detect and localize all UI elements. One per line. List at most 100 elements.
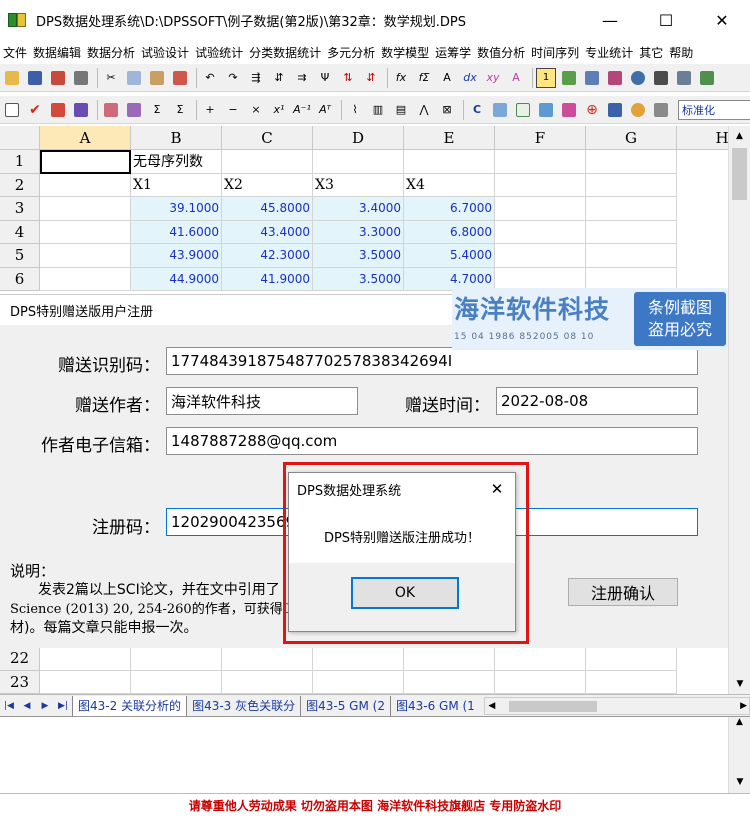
- sheet-tab-43-3[interactable]: 图43-3 灰色关联分: [186, 695, 300, 716]
- cell-e2[interactable]: X4: [404, 173, 495, 197]
- menu-experiment-design[interactable]: 试验设计: [141, 44, 189, 61]
- menu-categorical-stats[interactable]: 分类数据统计: [249, 44, 321, 61]
- xy-icon[interactable]: xy: [483, 68, 503, 88]
- cell-f23[interactable]: [495, 670, 586, 694]
- output-panel[interactable]: ▲ ▼ 请尊重他人劳动成果 切勿盗用本图 海洋软件科技旗舰店 专用防盗水印: [0, 716, 750, 819]
- cell-f5[interactable]: [495, 244, 586, 268]
- cell-a5[interactable]: [40, 244, 131, 268]
- wizard-icon[interactable]: [651, 100, 671, 120]
- cell-e4[interactable]: 6.8000: [404, 220, 495, 244]
- cell-c6[interactable]: 41.9000: [222, 267, 313, 291]
- subtract-icon[interactable]: −: [223, 100, 243, 120]
- sheet-horizontal-scrollbar[interactable]: ◀ ▶: [483, 696, 750, 715]
- export-icon[interactable]: [48, 68, 68, 88]
- tab-last-icon[interactable]: ▶|: [54, 701, 72, 711]
- cell-a3[interactable]: [40, 197, 131, 221]
- scatter-icon[interactable]: ⊠: [437, 100, 457, 120]
- scroll-up-icon[interactable]: ▲: [729, 126, 750, 146]
- paste-special-icon[interactable]: [170, 68, 190, 88]
- menu-math-model[interactable]: 数学模型: [381, 44, 429, 61]
- copy-icon[interactable]: [124, 68, 144, 88]
- cell-b2[interactable]: X1: [131, 173, 222, 197]
- target-icon[interactable]: ⊕: [582, 100, 602, 120]
- grid-icon[interactable]: [2, 100, 22, 120]
- check-icon[interactable]: ✔: [25, 100, 45, 120]
- histogram-icon[interactable]: ▤: [391, 100, 411, 120]
- columns-icon[interactable]: [124, 100, 144, 120]
- cell-d6[interactable]: 3.5000: [313, 267, 404, 291]
- menu-numerical-analysis[interactable]: 数值分析: [477, 44, 525, 61]
- distribution-icon[interactable]: ⋀: [414, 100, 434, 120]
- transpose-icon[interactable]: ⇵: [269, 68, 289, 88]
- ok-button[interactable]: OK: [351, 577, 459, 609]
- tab-prev-icon[interactable]: ◀: [18, 701, 36, 711]
- cell-d23[interactable]: [313, 670, 404, 694]
- cell-c3[interactable]: 45.8000: [222, 197, 313, 221]
- cell-e3[interactable]: 6.7000: [404, 197, 495, 221]
- frame-icon[interactable]: [513, 100, 533, 120]
- output-scroll-down-icon[interactable]: ▼: [729, 777, 750, 793]
- menu-data-analysis[interactable]: 数据分析: [87, 44, 135, 61]
- tab-first-icon[interactable]: |◀: [0, 701, 18, 711]
- text-color-icon[interactable]: A: [506, 68, 526, 88]
- column-header-h[interactable]: H: [677, 126, 728, 150]
- cell-d4[interactable]: 3.3000: [313, 220, 404, 244]
- cell-g1[interactable]: [586, 150, 677, 174]
- cell-a6[interactable]: [40, 267, 131, 291]
- scroll-thumb[interactable]: [732, 148, 747, 200]
- sort-desc-icon[interactable]: ⇵: [361, 68, 381, 88]
- cell-d22[interactable]: [313, 647, 404, 671]
- cell-c4[interactable]: 43.4000: [222, 220, 313, 244]
- transform-select[interactable]: 标准化 ▼: [678, 99, 750, 120]
- help-icon[interactable]: [697, 68, 717, 88]
- cut-icon[interactable]: ✂: [101, 68, 121, 88]
- menu-data-edit[interactable]: 数据编辑: [33, 44, 81, 61]
- cell-c22[interactable]: [222, 647, 313, 671]
- calculator-icon[interactable]: [674, 68, 694, 88]
- cell-g4[interactable]: [586, 220, 677, 244]
- table-icon[interactable]: [582, 68, 602, 88]
- monitor-icon[interactable]: [651, 68, 671, 88]
- clear-icon[interactable]: C: [467, 100, 487, 120]
- cell-c23[interactable]: [222, 670, 313, 694]
- chart-icon[interactable]: [559, 68, 579, 88]
- menu-file[interactable]: 文件: [3, 44, 27, 61]
- network-icon[interactable]: [605, 100, 625, 120]
- cell-g3[interactable]: [586, 197, 677, 221]
- author-email-field[interactable]: 1487887288@qq.com: [166, 427, 698, 455]
- cell-b1[interactable]: 无母序列数: [131, 150, 222, 174]
- cell-b3[interactable]: 39.1000: [131, 197, 222, 221]
- cell-f22[interactable]: [495, 647, 586, 671]
- cell-e5[interactable]: 5.4000: [404, 244, 495, 268]
- column-header-a[interactable]: A: [40, 126, 131, 150]
- cell-a4[interactable]: [40, 220, 131, 244]
- edit-icon[interactable]: [559, 100, 579, 120]
- cluster-icon[interactable]: [490, 100, 510, 120]
- cell-e1[interactable]: [404, 150, 495, 174]
- save-icon[interactable]: [25, 68, 45, 88]
- trend-icon[interactable]: [536, 100, 556, 120]
- hscroll-thumb[interactable]: [508, 700, 597, 712]
- cell-a23[interactable]: [40, 670, 131, 694]
- menu-time-series[interactable]: 时间序列: [531, 44, 579, 61]
- menu-professional-stats[interactable]: 专业统计: [585, 44, 633, 61]
- split-icon[interactable]: Ψ: [315, 68, 335, 88]
- cell-b5[interactable]: 43.9000: [131, 244, 222, 268]
- gift-id-field[interactable]: 17748439187548770257838342694I: [166, 347, 698, 375]
- sum-icon[interactable]: Σ: [147, 100, 167, 120]
- inverse-icon[interactable]: A⁻¹: [292, 100, 312, 120]
- undo-icon[interactable]: ↶: [200, 68, 220, 88]
- cell-g22[interactable]: [586, 647, 677, 671]
- palette-icon[interactable]: [605, 68, 625, 88]
- scroll-right-icon[interactable]: ▶: [740, 701, 747, 711]
- menu-other[interactable]: 其它: [639, 44, 663, 61]
- open-folder-icon[interactable]: [2, 68, 22, 88]
- cell-c5[interactable]: 42.3000: [222, 244, 313, 268]
- column-header-d[interactable]: D: [313, 126, 404, 150]
- cell-d1[interactable]: [313, 150, 404, 174]
- cell-g23[interactable]: [586, 670, 677, 694]
- row-header-3[interactable]: 3: [0, 197, 40, 221]
- cell-g5[interactable]: [586, 244, 677, 268]
- paste-icon[interactable]: [147, 68, 167, 88]
- output-scroll-up-icon[interactable]: ▲: [729, 717, 750, 733]
